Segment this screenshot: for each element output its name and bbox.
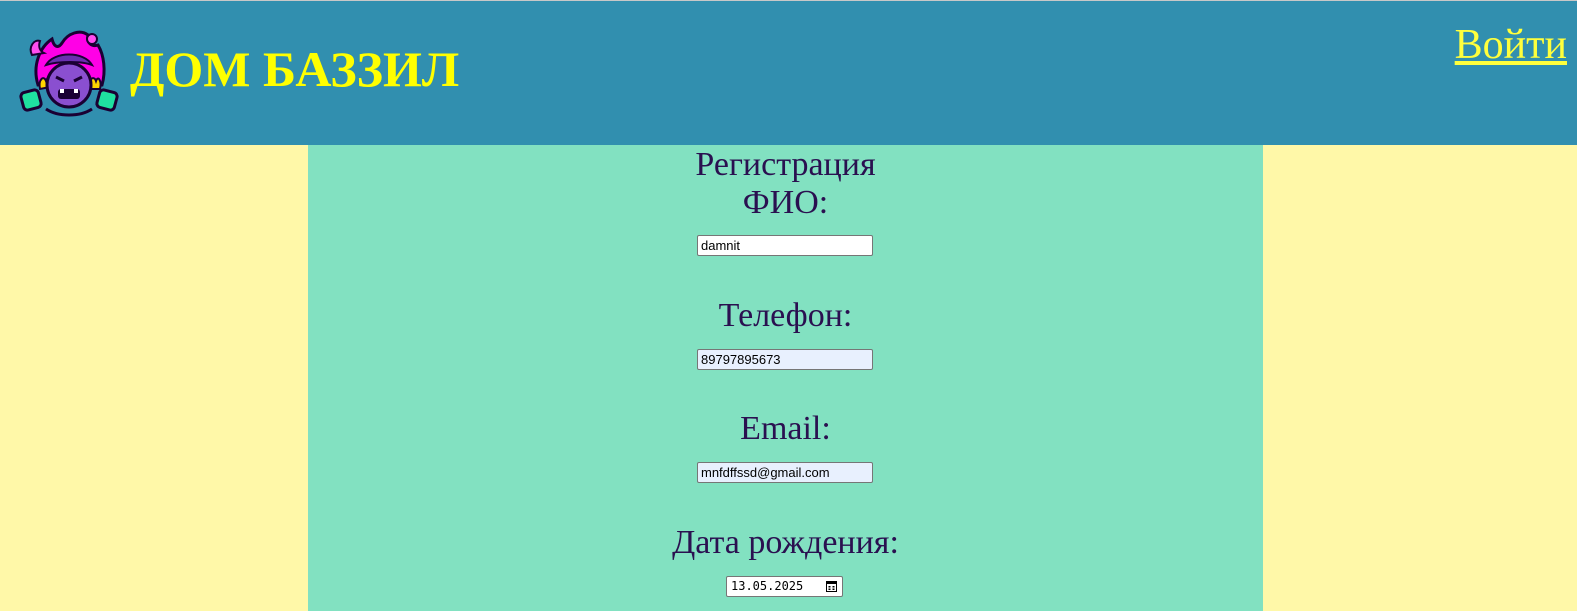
email-input[interactable] bbox=[697, 462, 873, 483]
login-link[interactable]: Войти bbox=[1455, 21, 1567, 69]
birthdate-value: 13.05.2025 bbox=[731, 579, 804, 593]
calendar-icon[interactable] bbox=[826, 580, 837, 592]
birthdate-input[interactable]: 13.05.2025 bbox=[726, 576, 843, 597]
phone-input[interactable] bbox=[697, 349, 873, 370]
birthdate-label: Дата рождения: bbox=[672, 524, 899, 561]
site-title: ДОМ БАЗЗИЛ bbox=[130, 41, 460, 97]
fio-label: ФИО: bbox=[742, 184, 829, 221]
form-title: Регистрация bbox=[695, 146, 876, 183]
logo-icon[interactable] bbox=[18, 25, 120, 119]
fio-input[interactable] bbox=[697, 235, 873, 256]
email-label: Email: bbox=[740, 410, 831, 447]
site-header: ДОМ БАЗЗИЛ Войти bbox=[0, 0, 1577, 145]
registration-panel: Регистрация ФИО: Телефон: Email: Дата ро… bbox=[308, 145, 1263, 611]
phone-label: Телефон: bbox=[718, 297, 853, 334]
